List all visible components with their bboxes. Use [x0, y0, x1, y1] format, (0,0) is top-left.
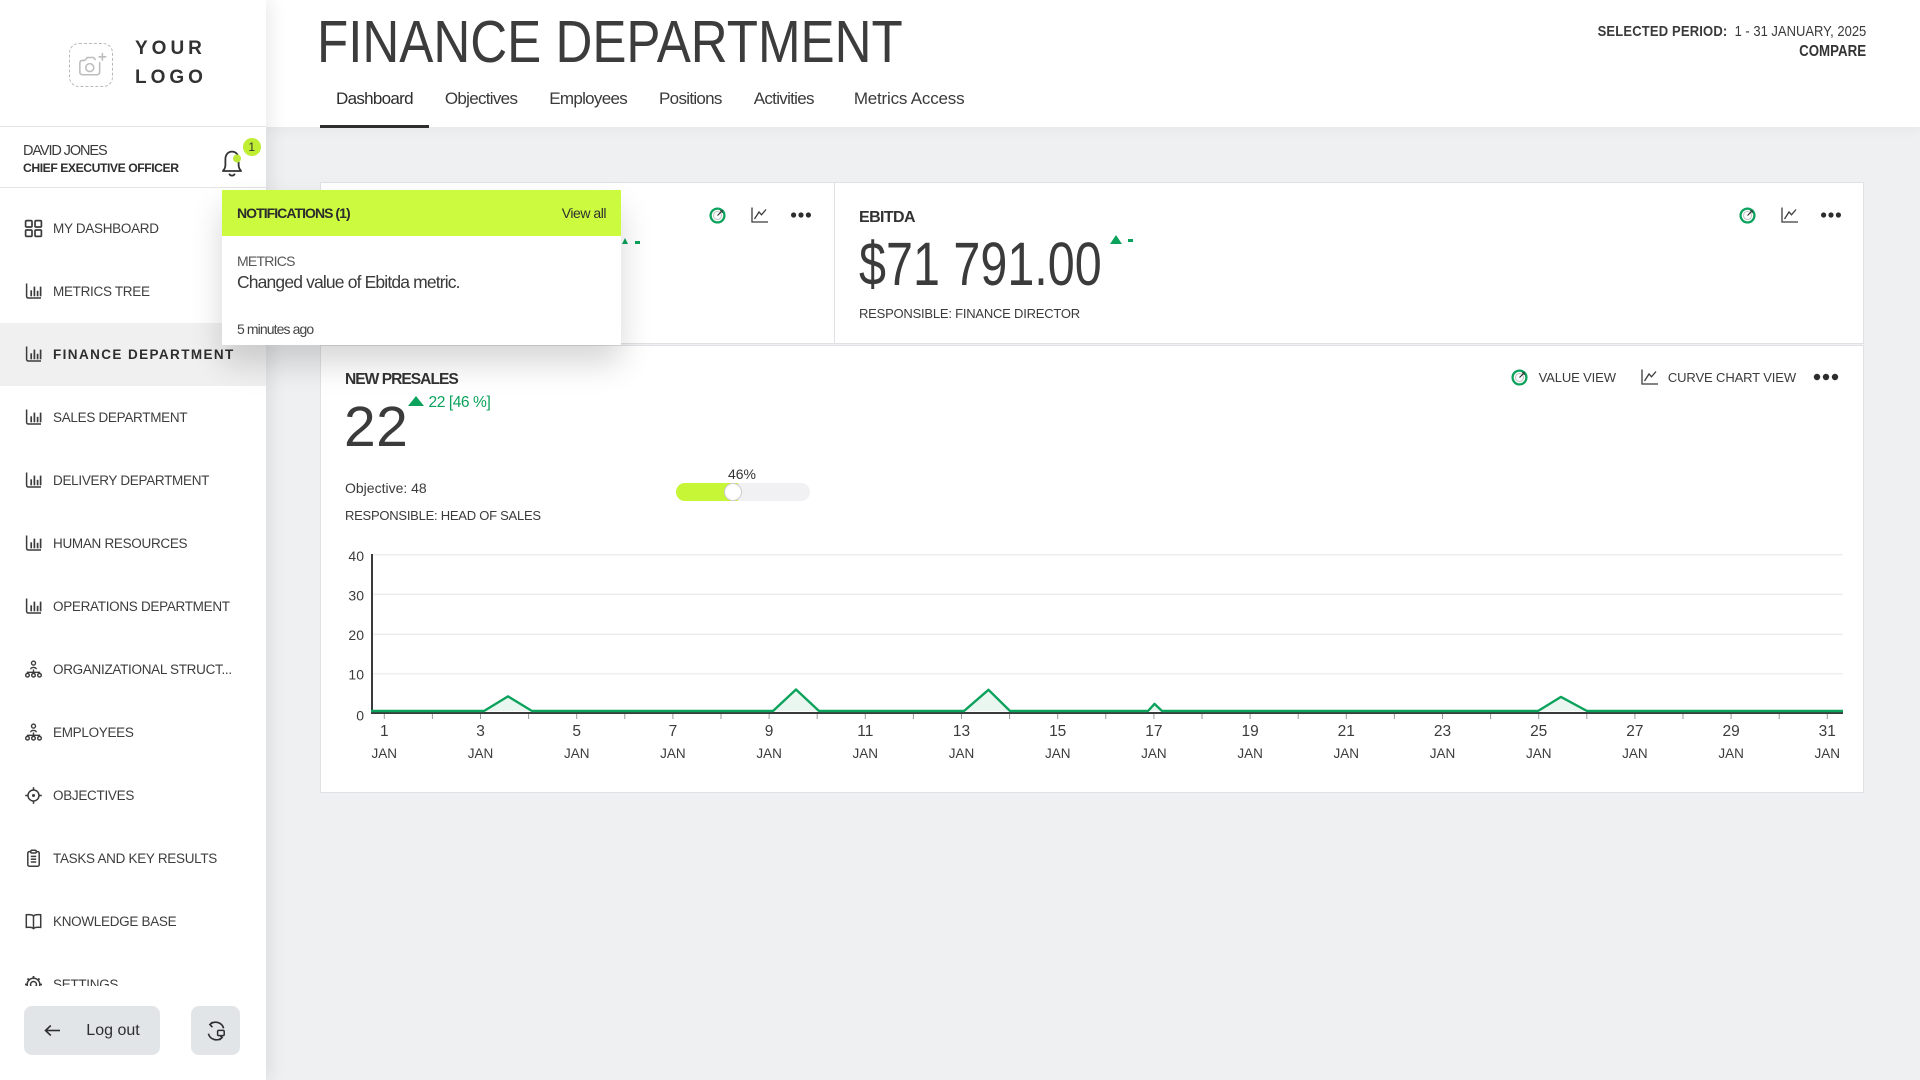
svg-text:JAN: JAN: [1718, 746, 1744, 761]
svg-text:JAN: JAN: [1045, 746, 1071, 761]
svg-text:17: 17: [1145, 723, 1162, 740]
svg-text:25: 25: [1530, 723, 1547, 740]
svg-text:19: 19: [1241, 723, 1258, 740]
svg-text:5: 5: [572, 723, 581, 740]
svg-text:31: 31: [1819, 723, 1836, 740]
svg-text:JAN: JAN: [1430, 746, 1456, 761]
svg-text:1: 1: [380, 723, 389, 740]
svg-text:10: 10: [348, 667, 364, 683]
svg-text:JAN: JAN: [756, 746, 782, 761]
svg-text:20: 20: [348, 627, 364, 643]
svg-text:JAN: JAN: [372, 746, 398, 761]
svg-text:JAN: JAN: [853, 746, 879, 761]
svg-text:JAN: JAN: [468, 746, 494, 761]
svg-text:JAN: JAN: [1334, 746, 1360, 761]
svg-text:JAN: JAN: [1237, 746, 1263, 761]
svg-text:15: 15: [1049, 723, 1066, 740]
svg-text:JAN: JAN: [949, 746, 975, 761]
svg-text:JAN: JAN: [1622, 746, 1648, 761]
svg-text:9: 9: [765, 723, 774, 740]
svg-text:3: 3: [476, 723, 485, 740]
svg-text:21: 21: [1338, 723, 1355, 740]
svg-text:27: 27: [1626, 723, 1643, 740]
svg-text:29: 29: [1722, 723, 1739, 740]
svg-text:JAN: JAN: [660, 746, 686, 761]
svg-text:40: 40: [348, 548, 364, 564]
svg-text:23: 23: [1434, 723, 1451, 740]
svg-text:JAN: JAN: [564, 746, 590, 761]
svg-text:JAN: JAN: [1815, 746, 1841, 761]
svg-text:11: 11: [857, 723, 873, 740]
svg-text:7: 7: [669, 723, 678, 740]
svg-text:JAN: JAN: [1141, 746, 1167, 761]
svg-text:13: 13: [953, 723, 970, 740]
svg-text:JAN: JAN: [1526, 746, 1552, 761]
svg-text:30: 30: [348, 588, 364, 604]
svg-text:0: 0: [356, 708, 364, 724]
